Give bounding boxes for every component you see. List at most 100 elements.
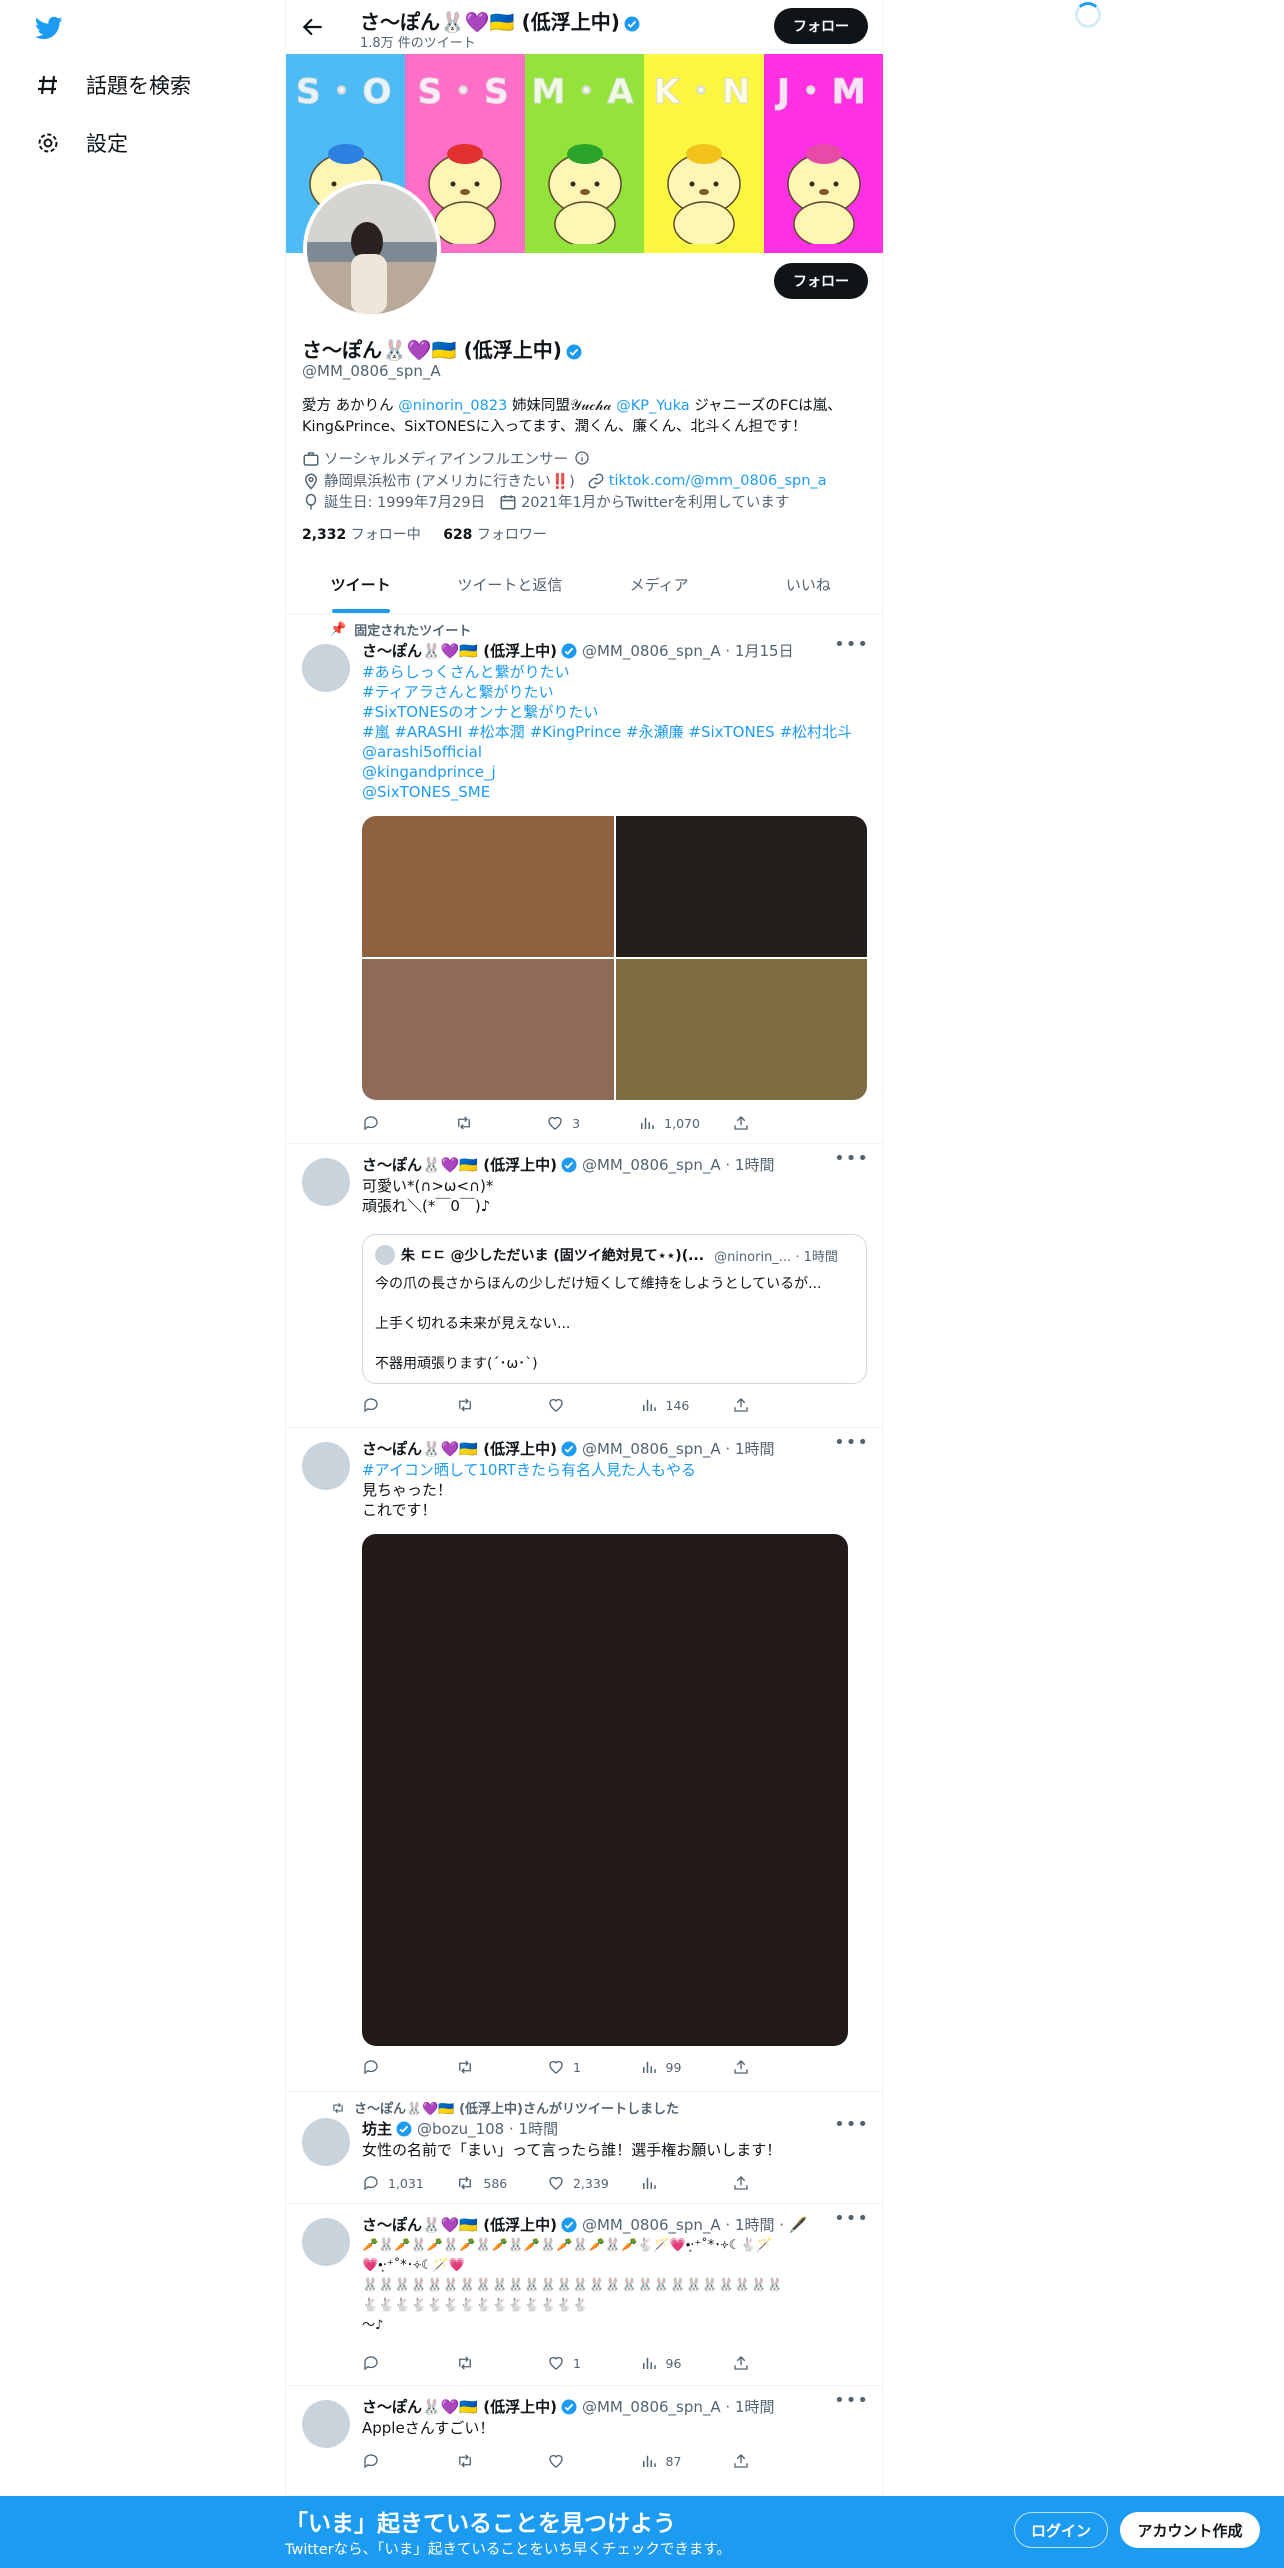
retweet-button[interactable] bbox=[455, 2354, 515, 2372]
tweet-media-image[interactable] bbox=[615, 959, 867, 1100]
tweet-media-image[interactable] bbox=[362, 959, 614, 1100]
like-button[interactable]: 3 bbox=[546, 1114, 606, 1132]
reply-icon bbox=[364, 2176, 378, 2191]
views-button[interactable]: 99 bbox=[640, 2058, 700, 2076]
tweet-avatar[interactable] bbox=[302, 2400, 350, 2448]
header-follow-button[interactable]: フォロー bbox=[774, 8, 868, 44]
hashtag-link[interactable]: #ティアラさんと繋がりたい bbox=[362, 682, 862, 702]
tweet-avatar[interactable] bbox=[302, 644, 350, 692]
more-options-icon[interactable]: ••• bbox=[834, 634, 869, 655]
tweet-avatar[interactable] bbox=[302, 2218, 350, 2266]
more-options-icon[interactable]: ••• bbox=[834, 1432, 869, 1453]
retweet-button[interactable] bbox=[454, 1114, 514, 1132]
views-button[interactable]: 87 bbox=[640, 2452, 700, 2470]
info-icon[interactable] bbox=[574, 450, 592, 468]
like-button[interactable]: 2,339 bbox=[547, 2174, 609, 2192]
more-options-icon[interactable]: ••• bbox=[834, 2114, 869, 2135]
back-arrow-icon[interactable] bbox=[300, 14, 326, 40]
retweet-button[interactable]: 586 bbox=[455, 2174, 515, 2192]
login-button[interactable]: ログイン bbox=[1014, 2512, 1108, 2548]
share-button[interactable] bbox=[732, 2174, 792, 2192]
heart-icon bbox=[549, 2356, 563, 2370]
tab-likes[interactable]: いいね bbox=[734, 556, 883, 613]
tab-tweets-and-replies[interactable]: ツイートと返信 bbox=[435, 556, 584, 613]
heart-icon bbox=[549, 2060, 563, 2074]
tweet-author-name[interactable]: さ〜ぽん🐰💜🇺🇦 (低浮上中) bbox=[362, 1438, 557, 1459]
followers-link[interactable]: 628 フォロワー bbox=[443, 527, 547, 543]
share-button[interactable] bbox=[732, 2452, 792, 2470]
tweet-avatar[interactable] bbox=[302, 2118, 350, 2166]
tweet-avatar[interactable] bbox=[302, 1158, 350, 1206]
like-button[interactable]: 1 bbox=[547, 2354, 607, 2372]
tweet-author-name[interactable]: 坊主 bbox=[362, 2118, 392, 2139]
reply-button[interactable] bbox=[362, 1396, 422, 1414]
tweet-text-line: 🥕🐰🥕🐰🥕🐰🥕🐰🥕🐰🥕🐰🥕🐰🥕🐰🥕🐇🪄💗•͙‧⁺˚*･༓☾🐇🪄 bbox=[362, 2238, 773, 2253]
retweet-button[interactable] bbox=[455, 1396, 515, 1414]
following-link[interactable]: 2,332 フォロー中 bbox=[302, 527, 421, 543]
balloon-icon bbox=[302, 493, 320, 511]
retweet-button[interactable] bbox=[455, 2452, 515, 2470]
reply-button[interactable]: 1,031 bbox=[362, 2174, 424, 2192]
tweet-author-name[interactable]: さ〜ぽん🐰💜🇺🇦 (低浮上中) bbox=[362, 2214, 557, 2235]
tab-tweets[interactable]: ツイート bbox=[286, 556, 435, 613]
more-options-icon[interactable]: ••• bbox=[834, 1148, 869, 1169]
tweet-meta: @MM_0806_spn_A · 1時間 bbox=[581, 1156, 775, 1174]
hashtag-link[interactable]: #アイコン晒して10RTきたら有名人見た人もやる bbox=[362, 1460, 862, 1480]
quoted-text: 今の爪の長さからほんの少しだけ短くして維持をしようとしているが... bbox=[375, 1276, 822, 1292]
nav-explore[interactable]: 話題を検索 bbox=[34, 70, 191, 100]
retweeted-tweet[interactable]: さ〜ぽん🐰💜🇺🇦 (低浮上中)さんがリツイートしました 坊主 @bozu_108 … bbox=[286, 2092, 883, 2204]
retweet-button[interactable] bbox=[455, 2058, 515, 2076]
reply-icon bbox=[364, 1398, 378, 1413]
tweet-author-name[interactable]: さ〜ぽん🐰💜🇺🇦 (低浮上中) bbox=[362, 640, 557, 661]
reply-button[interactable] bbox=[362, 2452, 422, 2470]
quoted-tweet[interactable]: 朱 ㄷㄷ @少しただいま (固ツイ絶対見て⋆⋆)(... @ninorin_..… bbox=[362, 1234, 867, 1384]
tweet[interactable]: さ〜ぽん🐰💜🇺🇦 (低浮上中) @MM_0806_spn_A · 1時間 ••• … bbox=[286, 2386, 883, 2496]
tweet-media-image[interactable] bbox=[362, 1534, 848, 2046]
profile-avatar[interactable] bbox=[303, 180, 441, 318]
like-button[interactable]: 1 bbox=[547, 2058, 607, 2076]
signup-button[interactable]: アカウント作成 bbox=[1120, 2512, 1260, 2548]
views-count: 87 bbox=[665, 2453, 682, 2469]
tweet-actions: 1 99 bbox=[362, 2058, 792, 2076]
reply-button[interactable] bbox=[362, 1114, 422, 1132]
reply-button[interactable] bbox=[362, 2354, 422, 2372]
share-button[interactable] bbox=[732, 1114, 792, 1132]
banner-panel: J・M bbox=[763, 54, 884, 253]
more-options-icon[interactable]: ••• bbox=[834, 2390, 869, 2411]
mention-link[interactable]: @kingandprince_j bbox=[362, 762, 862, 782]
bio-mention-link[interactable]: @KP_Yuka bbox=[616, 398, 689, 414]
share-button[interactable] bbox=[732, 2354, 792, 2372]
mention-link[interactable]: @SixTONES_SME bbox=[362, 782, 862, 802]
website-link[interactable]: tiktok.com/@mm_0806_spn_a bbox=[609, 473, 827, 489]
views-button[interactable]: 1,070 bbox=[638, 1114, 700, 1132]
hashtag-link[interactable]: #嵐 #ARASHI #松本潤 #KingPrince #永瀬廉 #SixTON… bbox=[362, 722, 862, 742]
tweet-media-image[interactable] bbox=[615, 816, 867, 957]
tweet[interactable]: さ〜ぽん🐰💜🇺🇦 (低浮上中) @MM_0806_spn_A · 1時間 · 🖋️… bbox=[286, 2204, 883, 2386]
like-count: 3 bbox=[572, 1115, 581, 1131]
views-button[interactable]: 146 bbox=[640, 1396, 700, 1414]
tweet-media-image[interactable] bbox=[362, 816, 614, 957]
nav-settings[interactable]: 設定 bbox=[34, 128, 128, 158]
tweet-pinned[interactable]: 📌 固定されたツイート さ〜ぽん🐰💜🇺🇦 (低浮上中) @MM_0806_spn_A… bbox=[286, 614, 883, 1144]
bio-mention-link[interactable]: @ninorin_0823 bbox=[398, 398, 507, 414]
tweet[interactable]: さ〜ぽん🐰💜🇺🇦 (低浮上中) @MM_0806_spn_A · 1時間 ••• … bbox=[286, 1144, 883, 1428]
tweet-author-name[interactable]: さ〜ぽん🐰💜🇺🇦 (低浮上中) bbox=[362, 2396, 557, 2417]
mention-link[interactable]: @arashi5official bbox=[362, 742, 862, 762]
tweet-author-name[interactable]: さ〜ぽん🐰💜🇺🇦 (低浮上中) bbox=[362, 1154, 557, 1175]
tab-media[interactable]: メディア bbox=[585, 556, 734, 613]
views-button[interactable] bbox=[640, 2174, 700, 2192]
hashtag-link[interactable]: #あらしっくさんと繋がりたい bbox=[362, 662, 862, 682]
share-button[interactable] bbox=[732, 2058, 792, 2076]
more-options-icon[interactable]: ••• bbox=[834, 2208, 869, 2229]
views-button[interactable]: 96 bbox=[640, 2354, 700, 2372]
reply-button[interactable] bbox=[362, 2058, 422, 2076]
like-button[interactable] bbox=[547, 1396, 607, 1414]
twitter-logo-icon[interactable] bbox=[34, 14, 64, 42]
profile-follow-button[interactable]: フォロー bbox=[774, 263, 868, 299]
tweet-avatar[interactable] bbox=[302, 1442, 350, 1490]
hashtag-link[interactable]: #SixTONESのオンナと繋がりたい bbox=[362, 702, 862, 722]
retweet-icon bbox=[458, 2356, 471, 2370]
share-button[interactable] bbox=[732, 1396, 792, 1414]
like-button[interactable] bbox=[547, 2452, 607, 2470]
tweet[interactable]: さ〜ぽん🐰💜🇺🇦 (低浮上中) @MM_0806_spn_A · 1時間 ••• … bbox=[286, 1428, 883, 2092]
